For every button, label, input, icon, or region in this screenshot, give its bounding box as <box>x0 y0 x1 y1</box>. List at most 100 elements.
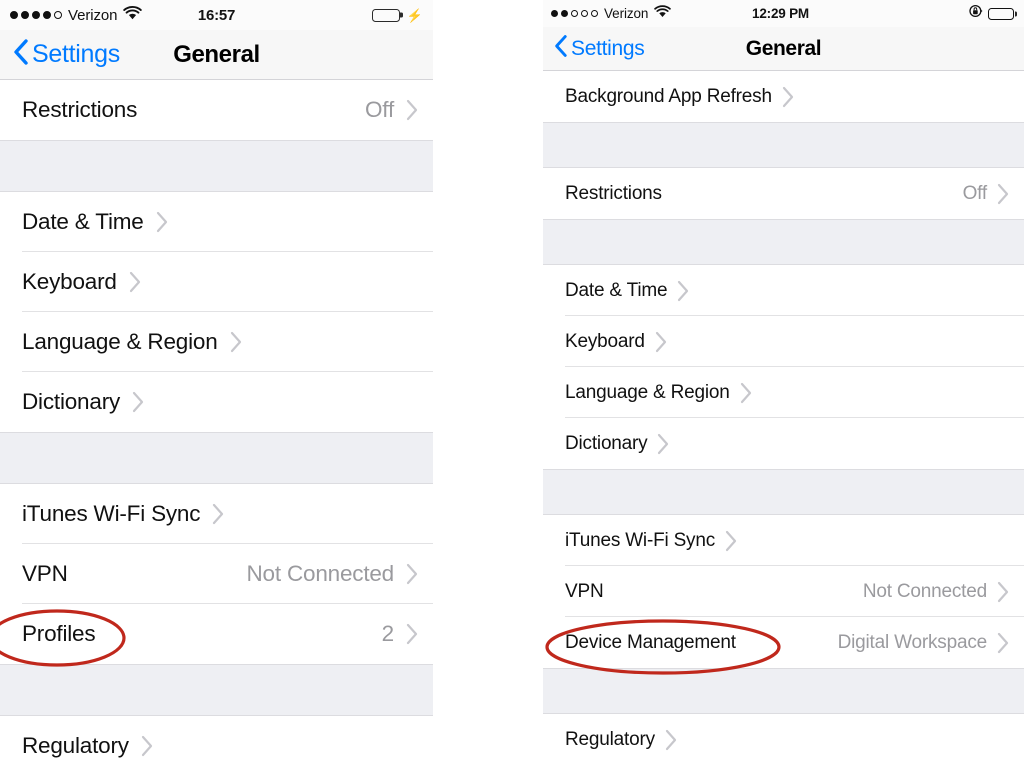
list-item-value: Not Connected <box>246 561 395 586</box>
list-item-dictionary[interactable]: Dictionary <box>543 418 1024 469</box>
list-item-language-region[interactable]: Language & Region <box>0 312 433 372</box>
charging-bolt-icon: ⚡ <box>406 7 423 23</box>
list-item-label: Keyboard <box>22 269 117 294</box>
list-item-dictionary[interactable]: Dictionary <box>0 372 433 432</box>
chevron-right-icon <box>997 632 1010 654</box>
list-item-regulatory[interactable]: Regulatory <box>0 716 433 764</box>
settings-list: Restrictions Off Date & Time Keyboard Langua… <box>0 80 433 764</box>
status-bar-left: Verizon <box>10 5 143 25</box>
list-group-gap <box>0 140 433 192</box>
list-item-date-time[interactable]: Date & Time <box>0 192 433 252</box>
status-bar: Verizon 16:57 ⚡ <box>0 0 433 30</box>
list-item-label: Restrictions <box>22 97 138 122</box>
list-item-label: Background App Refresh <box>565 85 772 107</box>
navigation-bar: Settings General <box>543 27 1024 71</box>
status-bar-left: Verizon <box>551 4 672 23</box>
list-item-label: Device Management <box>565 631 736 653</box>
list-item-itunes-wi-fi-sync[interactable]: iTunes Wi-Fi Sync <box>0 484 433 544</box>
signal-dot-filled <box>32 11 40 19</box>
list-item-regulatory[interactable]: Regulatory <box>543 714 1024 764</box>
list-item-label: Date & Time <box>22 209 144 234</box>
list-item-label: Dictionary <box>565 432 648 454</box>
carrier-label: Verizon <box>68 6 118 24</box>
list-item-vpn[interactable]: VPN Not Connected <box>543 566 1024 617</box>
signal-dot-filled <box>21 11 29 19</box>
chevron-right-icon <box>725 530 738 552</box>
chevron-right-icon <box>740 382 753 404</box>
status-bar-right <box>969 4 1014 23</box>
list-item-restrictions[interactable]: Restrictions Off <box>543 168 1024 219</box>
list-item-label: Keyboard <box>565 330 645 352</box>
list-group-gap <box>543 668 1024 714</box>
list-item-keyboard[interactable]: Keyboard <box>543 316 1024 367</box>
list-group-gap <box>543 122 1024 168</box>
list-item-label: Language & Region <box>22 329 218 354</box>
chevron-right-icon <box>997 581 1010 603</box>
wifi-icon <box>123 5 143 25</box>
chevron-right-icon <box>129 271 142 293</box>
chevron-right-icon <box>132 391 145 413</box>
chevron-right-icon <box>406 563 419 585</box>
signal-dot-filled <box>43 11 51 19</box>
signal-dot-empty <box>591 10 598 17</box>
left-phone-screenshot: Verizon 16:57 ⚡ Settings General Restric… <box>0 0 433 764</box>
signal-dot-filled <box>551 10 558 17</box>
back-button-label: Settings <box>32 40 120 68</box>
list-item-restrictions[interactable]: Restrictions Off <box>0 80 433 140</box>
list-item-vpn[interactable]: VPN Not Connected <box>0 544 433 604</box>
list-item-date-time[interactable]: Date & Time <box>543 265 1024 316</box>
list-group-gap <box>543 469 1024 515</box>
list-group-gap <box>543 219 1024 265</box>
battery-charging-icon <box>371 8 400 22</box>
chevron-right-icon <box>406 99 419 121</box>
list-item-keyboard[interactable]: Keyboard <box>0 252 433 312</box>
list-item-label: Profiles <box>22 621 96 646</box>
settings-list: Background App Refresh Restrictions Off Dat… <box>543 71 1024 764</box>
back-button[interactable]: Settings <box>12 38 120 71</box>
list-item-value: 2 <box>381 621 395 646</box>
rotation-lock-icon <box>969 4 983 23</box>
list-item-label: Dictionary <box>22 389 121 414</box>
status-bar-right: ⚡ <box>371 7 423 23</box>
chevron-right-icon <box>657 433 670 455</box>
list-item-label: iTunes Wi-Fi Sync <box>565 529 716 551</box>
back-button[interactable]: Settings <box>553 34 645 63</box>
right-phone-screenshot: Verizon 12:29 PM Settings General Backgr… <box>543 0 1024 764</box>
battery-full-icon <box>988 7 1014 20</box>
list-item-value: Off <box>962 182 988 204</box>
list-item-value: Not Connected <box>862 580 987 602</box>
signal-strength-dots <box>551 10 598 17</box>
wifi-icon <box>654 4 672 23</box>
chevron-left-icon <box>12 38 29 71</box>
list-item-profiles[interactable]: Profiles 2 <box>0 604 433 664</box>
signal-dot-empty <box>571 10 578 17</box>
list-item-device-management[interactable]: Device Management Digital Workspace <box>543 617 1024 668</box>
chevron-right-icon <box>782 86 795 108</box>
list-item-language-region[interactable]: Language & Region <box>543 367 1024 418</box>
list-item-label: VPN <box>565 580 604 602</box>
list-item-label: Regulatory <box>22 733 129 758</box>
status-bar: Verizon 12:29 PM <box>543 0 1024 27</box>
list-item-background-app-refresh[interactable]: Background App Refresh <box>543 71 1024 122</box>
chevron-right-icon <box>230 331 243 353</box>
list-item-label: VPN <box>22 561 68 586</box>
chevron-left-icon <box>553 34 568 63</box>
chevron-right-icon <box>156 211 169 233</box>
signal-dot-filled <box>561 10 568 17</box>
list-item-label: iTunes Wi-Fi Sync <box>22 501 201 526</box>
list-item-value: Off <box>365 97 394 122</box>
back-button-label: Settings <box>571 36 645 60</box>
signal-strength-dots <box>10 11 62 19</box>
chevron-right-icon <box>406 623 419 645</box>
chevron-right-icon <box>997 183 1010 205</box>
carrier-label: Verizon <box>604 6 649 21</box>
navigation-bar: Settings General <box>0 30 433 80</box>
signal-dot-empty <box>54 11 62 19</box>
chevron-right-icon <box>141 735 154 757</box>
list-group-gap <box>0 432 433 484</box>
list-item-label: Language & Region <box>565 381 730 403</box>
chevron-right-icon <box>677 280 690 302</box>
list-item-itunes-wi-fi-sync[interactable]: iTunes Wi-Fi Sync <box>543 515 1024 566</box>
chevron-right-icon <box>665 729 678 751</box>
chevron-right-icon <box>212 503 225 525</box>
